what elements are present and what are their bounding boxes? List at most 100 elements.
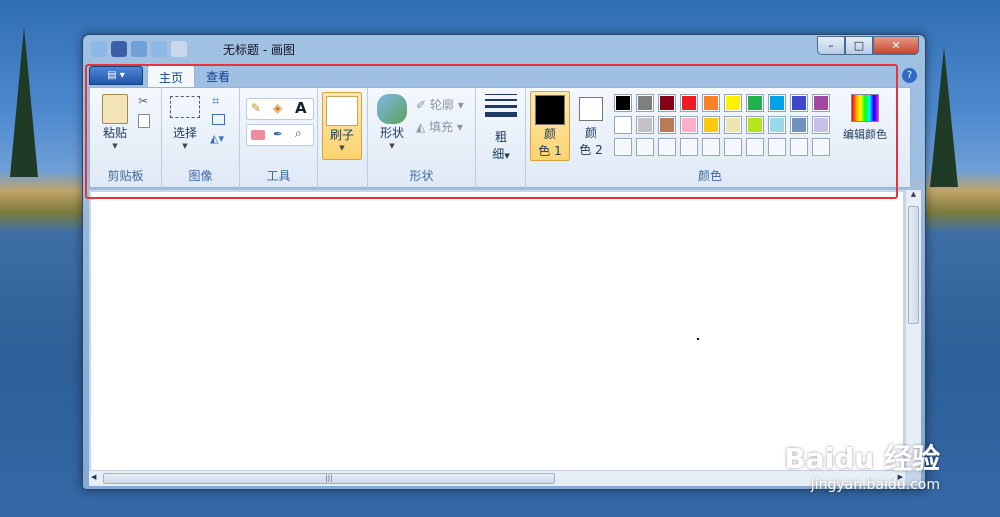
vertical-scroll-thumb[interactable] [908,206,919,324]
color-swatch[interactable] [636,94,654,112]
group-size[interactable]: 粗 细▼ [476,88,526,188]
customize-toolbar-icon[interactable] [171,41,187,57]
color-2-button[interactable]: 颜 色 2 [572,91,610,161]
color-swatch[interactable] [680,116,698,134]
paste-button[interactable]: 粘贴 ▼ [98,94,132,151]
color-swatch[interactable] [768,116,786,134]
size-label: 粗 细▼ [492,130,510,161]
edit-colors-icon [851,94,879,122]
group-label-clipboard: 剪贴板 [107,169,144,183]
color-swatch[interactable] [724,138,742,156]
color-swatch[interactable] [658,94,676,112]
color-swatch[interactable] [790,116,808,134]
color-swatch[interactable] [790,138,808,156]
horizontal-scroll-thumb[interactable]: ||| [103,473,555,484]
help-icon[interactable]: ? [902,68,917,83]
group-label-colors: 颜色 [697,169,722,183]
brushes-button[interactable]: 刷子 ▼ [322,92,362,160]
color-swatch[interactable] [746,138,764,156]
edit-colors-button[interactable]: 编辑颜色 [838,94,892,142]
scroll-up-icon[interactable]: ▲ [906,190,921,198]
color-swatch[interactable] [768,94,786,112]
color-swatch[interactable] [636,138,654,156]
fill-icon: ◭ [416,120,430,134]
scroll-left-icon[interactable]: ◀ [91,473,96,481]
undo-icon[interactable] [131,41,147,57]
color-palette [614,94,830,156]
color-swatch[interactable] [724,116,742,134]
fill-button[interactable]: ◭ 填充 ▾ [416,118,463,135]
paint-window: 无标题 - 画图 – □ ✕ ▤ ▾ 主页 查看 ? 粘贴 ▼ ✂ 剪贴板 选择… [82,34,926,490]
group-colors: 颜 色 1 颜 色 2 编辑颜色 颜色 [526,88,894,188]
color-swatch[interactable] [768,138,786,156]
tree-silhouette [930,47,958,187]
brush-icon [326,96,358,126]
group-image: 选择 ▼ ⌗ ◭▾ 图像 [162,88,240,188]
tree-silhouette [10,27,38,177]
shapes-button[interactable]: 形状 ▼ [374,94,410,151]
color-swatch[interactable] [724,94,742,112]
group-shapes: 形状 ▼ ✐ 轮廓 ▾ ◭ 填充 ▾ 形状 [368,88,476,188]
group-clipboard: 粘贴 ▼ ✂ 剪贴板 [90,88,162,188]
outline-icon: ✐ [416,98,430,112]
ribbon: 粘贴 ▼ ✂ 剪贴板 选择 ▼ ⌗ ◭▾ 图像 ✎ ◈ A ✒ ⌕ 工具 刷子 … [89,87,911,188]
quick-access-toolbar [91,41,187,57]
drawing-canvas[interactable] [91,192,903,470]
color-swatch[interactable] [812,94,830,112]
copy-icon[interactable] [138,114,150,128]
group-label-tools: 工具 [266,169,291,183]
minimize-button[interactable]: – [817,36,845,55]
color-1-button[interactable]: 颜 色 1 [530,91,570,161]
resize-icon[interactable] [212,114,225,125]
color-swatch[interactable] [614,138,632,156]
maximize-button[interactable]: □ [845,36,873,55]
color-swatch[interactable] [702,94,720,112]
vertical-scrollbar[interactable]: ▲ [905,190,921,470]
color-swatch[interactable] [636,116,654,134]
group-label-shapes: 形状 [409,169,434,183]
baidu-watermark: Baidu 经验 jingyan.baidu.com [784,442,940,493]
color-swatch[interactable] [812,116,830,134]
color-swatch[interactable] [680,94,698,112]
canvas-dot [697,338,699,340]
color-swatch[interactable] [790,94,808,112]
color-swatch[interactable] [746,94,764,112]
eraser-icon[interactable] [251,130,265,140]
group-tools: ✎ ◈ A ✒ ⌕ 工具 [240,88,318,188]
tab-home[interactable]: 主页 [147,65,196,87]
text-tool-icon[interactable]: A [295,99,307,117]
color-swatch[interactable] [658,138,676,156]
fill-bucket-icon[interactable]: ◈ [273,101,282,115]
paste-icon [102,94,128,124]
color-picker-icon[interactable]: ✒ [273,127,283,141]
color-swatch[interactable] [614,94,632,112]
color-swatch[interactable] [746,116,764,134]
pencil-icon[interactable]: ✎ [251,101,261,115]
redo-icon[interactable] [151,41,167,57]
file-menu-button[interactable]: ▤ ▾ [89,66,143,85]
color-swatch[interactable] [702,116,720,134]
tools-row-2: ✒ ⌕ [246,124,314,146]
color-1-swatch [535,95,565,125]
close-button[interactable]: ✕ [873,36,919,55]
select-icon [170,96,200,118]
color-swatch[interactable] [702,138,720,156]
shapes-icon [377,94,407,124]
crop-icon[interactable]: ⌗ [212,94,219,109]
title-bar: 无标题 - 画图 – □ ✕ [83,35,925,63]
rotate-icon[interactable]: ◭▾ [210,132,224,145]
save-icon[interactable] [111,41,127,57]
color-swatch[interactable] [680,138,698,156]
outline-button[interactable]: ✐ 轮廓 ▾ [416,96,464,113]
color-swatch[interactable] [812,138,830,156]
cut-icon[interactable]: ✂ [138,94,148,108]
color-swatch[interactable] [658,116,676,134]
tab-view[interactable]: 查看 [195,65,241,87]
paint-app-icon[interactable] [91,41,107,57]
select-button[interactable]: 选择 ▼ [168,96,202,151]
paste-label: 粘贴 [102,126,127,140]
color-swatch[interactable] [614,116,632,134]
brushes-label: 刷子 [329,128,354,142]
magnifier-icon[interactable]: ⌕ [295,126,302,141]
horizontal-scrollbar[interactable]: ◀ ||| ▶ [89,470,905,486]
